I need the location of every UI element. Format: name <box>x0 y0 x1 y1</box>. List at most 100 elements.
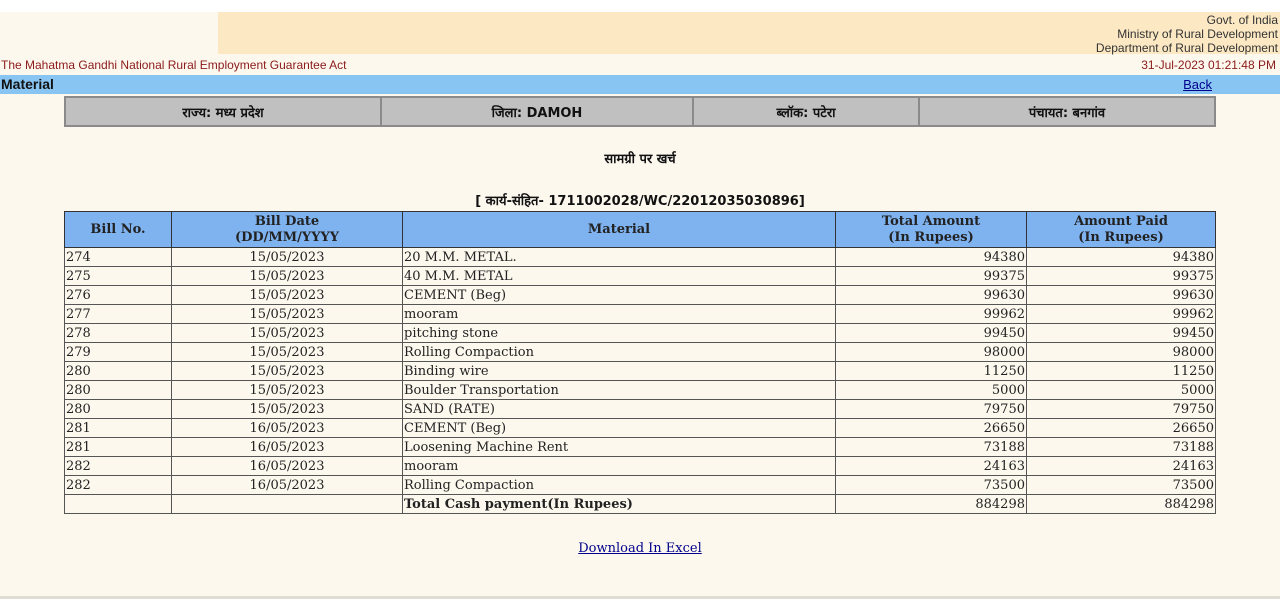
col-total-line1: Total Amount <box>881 213 981 229</box>
material-table-body: 274 15/05/2023 20 M.M. METAL. 94380 94380 275… <box>64 247 1216 495</box>
material-cell: mooram <box>402 304 836 324</box>
back-link[interactable]: Back <box>1183 77 1212 92</box>
excel-wrap: Download In Excel <box>0 541 1280 556</box>
panchayat-cell: पंचायत: बनगांव <box>918 96 1216 127</box>
total-amount-cell: 99962 <box>835 304 1027 324</box>
col-paid-line1: Amount Paid <box>1074 213 1168 229</box>
material-cell: Boulder Transportation <box>402 380 836 400</box>
total-amount-cell: 11250 <box>835 361 1027 381</box>
total-empty-date <box>171 494 403 514</box>
site-header: Govt. of India Ministry of Rural Develop… <box>0 12 1280 75</box>
bill-date-cell: 16/05/2023 <box>171 456 403 476</box>
table-row: 281 16/05/2023 CEMENT (Beg) 26650 26650 <box>64 418 1216 438</box>
bill-no-cell: 275 <box>64 266 172 286</box>
table-row: 276 15/05/2023 CEMENT (Beg) 99630 99630 <box>64 285 1216 305</box>
amount-paid-cell: 11250 <box>1026 361 1216 381</box>
amount-paid-cell: 99450 <box>1026 323 1216 343</box>
material-table: Bill No. Bill Date (DD/MM/YYYY Material … <box>64 211 1216 514</box>
table-row: 280 15/05/2023 SAND (RATE) 79750 79750 <box>64 399 1216 419</box>
amount-paid-cell: 5000 <box>1026 380 1216 400</box>
bill-date-cell: 15/05/2023 <box>171 342 403 362</box>
bill-no-cell: 280 <box>64 361 172 381</box>
total-paid: 884298 <box>1026 494 1216 514</box>
bill-no-cell: 274 <box>64 247 172 267</box>
bill-date-cell: 16/05/2023 <box>171 437 403 457</box>
col-bill-date-line1: Bill Date <box>254 213 320 229</box>
district-cell: जिला: DAMOH <box>380 96 694 127</box>
total-amount-cell: 99450 <box>835 323 1027 343</box>
bill-date-cell: 15/05/2023 <box>171 399 403 419</box>
total-amount-cell: 94380 <box>835 247 1027 267</box>
table-header-row: Bill No. Bill Date (DD/MM/YYYY Material … <box>64 211 1216 248</box>
bill-date-cell: 15/05/2023 <box>171 323 403 343</box>
table-row: 275 15/05/2023 40 M.M. METAL 99375 99375 <box>64 266 1216 286</box>
table-row: 282 16/05/2023 Rolling Compaction 73500 7350… <box>64 475 1216 495</box>
bill-date-cell: 15/05/2023 <box>171 285 403 305</box>
table-row: 277 15/05/2023 mooram 99962 99962 <box>64 304 1216 324</box>
total-amount-cell: 98000 <box>835 342 1027 362</box>
table-row: 281 16/05/2023 Loosening Machine Rent 73188… <box>64 437 1216 457</box>
material-cell: mooram <box>402 456 836 476</box>
bill-no-cell: 281 <box>64 437 172 457</box>
report-datetime: 31-Jul-2023 01:21:48 PM <box>1141 58 1276 72</box>
amount-paid-cell: 73500 <box>1026 475 1216 495</box>
bill-date-cell: 15/05/2023 <box>171 380 403 400</box>
material-cell: CEMENT (Beg) <box>402 285 836 305</box>
col-amount-paid: Amount Paid (In Rupees) <box>1026 211 1216 248</box>
location-table: राज्य: मध्य प्रदेश जिला: DAMOH ब्लॉक: पट… <box>64 96 1216 127</box>
download-excel-link[interactable]: Download In Excel <box>578 541 702 556</box>
material-cell: Loosening Machine Rent <box>402 437 836 457</box>
total-amount-cell: 73188 <box>835 437 1027 457</box>
material-cell: SAND (RATE) <box>402 399 836 419</box>
total-row: Total Cash payment(In Rupees) 884298 884… <box>64 494 1216 514</box>
table-row: 278 15/05/2023 pitching stone 99450 99450 <box>64 323 1216 343</box>
total-amount-cell: 73500 <box>835 475 1027 495</box>
col-material: Material <box>402 211 836 248</box>
bill-no-cell: 282 <box>64 475 172 495</box>
section-heading: सामग्री पर खर्च <box>604 152 676 167</box>
amount-paid-cell: 79750 <box>1026 399 1216 419</box>
total-amount-cell: 5000 <box>835 380 1027 400</box>
col-paid-line2: (In Rupees) <box>1078 229 1164 245</box>
col-total-amount: Total Amount (In Rupees) <box>835 211 1027 248</box>
bill-date-cell: 16/05/2023 <box>171 418 403 438</box>
amount-paid-cell: 99962 <box>1026 304 1216 324</box>
bill-date-cell: 15/05/2023 <box>171 266 403 286</box>
bill-no-cell: 282 <box>64 456 172 476</box>
material-cell: pitching stone <box>402 323 836 343</box>
total-label: Total Cash payment(In Rupees) <box>402 494 836 514</box>
col-bill-date-line2: (DD/MM/YYYY <box>234 229 340 245</box>
work-code: [ कार्य-संहित- 1711002028/WC/22012035030… <box>475 194 805 209</box>
table-row: 280 15/05/2023 Binding wire 11250 11250 <box>64 361 1216 381</box>
table-row: 274 15/05/2023 20 M.M. METAL. 94380 94380 <box>64 247 1216 267</box>
material-cell: Rolling Compaction <box>402 475 836 495</box>
total-amount-cell: 99630 <box>835 285 1027 305</box>
bill-date-cell: 15/05/2023 <box>171 304 403 324</box>
material-cell: CEMENT (Beg) <box>402 418 836 438</box>
bill-no-cell: 280 <box>64 380 172 400</box>
amount-paid-cell: 24163 <box>1026 456 1216 476</box>
total-amount-cell: 79750 <box>835 399 1027 419</box>
govt-info: Govt. of India Ministry of Rural Develop… <box>1096 13 1278 55</box>
bill-no-cell: 279 <box>64 342 172 362</box>
total-amount-cell: 24163 <box>835 456 1027 476</box>
amount-paid-cell: 94380 <box>1026 247 1216 267</box>
page-title: Material <box>1 76 54 92</box>
bill-date-cell: 15/05/2023 <box>171 361 403 381</box>
amount-paid-cell: 99375 <box>1026 266 1216 286</box>
bill-no-cell: 281 <box>64 418 172 438</box>
amount-paid-cell: 73188 <box>1026 437 1216 457</box>
bill-no-cell: 277 <box>64 304 172 324</box>
state-cell: राज्य: मध्य प्रदेश <box>64 96 382 127</box>
block-cell: ब्लॉक: पटेरा <box>692 96 920 127</box>
amount-paid-cell: 98000 <box>1026 342 1216 362</box>
table-row: 280 15/05/2023 Boulder Transportation 5000 5… <box>64 380 1216 400</box>
col-bill-no: Bill No. <box>64 211 172 248</box>
bill-no-cell: 280 <box>64 399 172 419</box>
govt-line: Govt. of India <box>1206 13 1278 27</box>
material-cell: 20 M.M. METAL. <box>402 247 836 267</box>
col-total-line2: (In Rupees) <box>888 229 974 245</box>
total-amount-cell: 26650 <box>835 418 1027 438</box>
title-bar: Material Back <box>0 75 1280 94</box>
amount-paid-cell: 26650 <box>1026 418 1216 438</box>
